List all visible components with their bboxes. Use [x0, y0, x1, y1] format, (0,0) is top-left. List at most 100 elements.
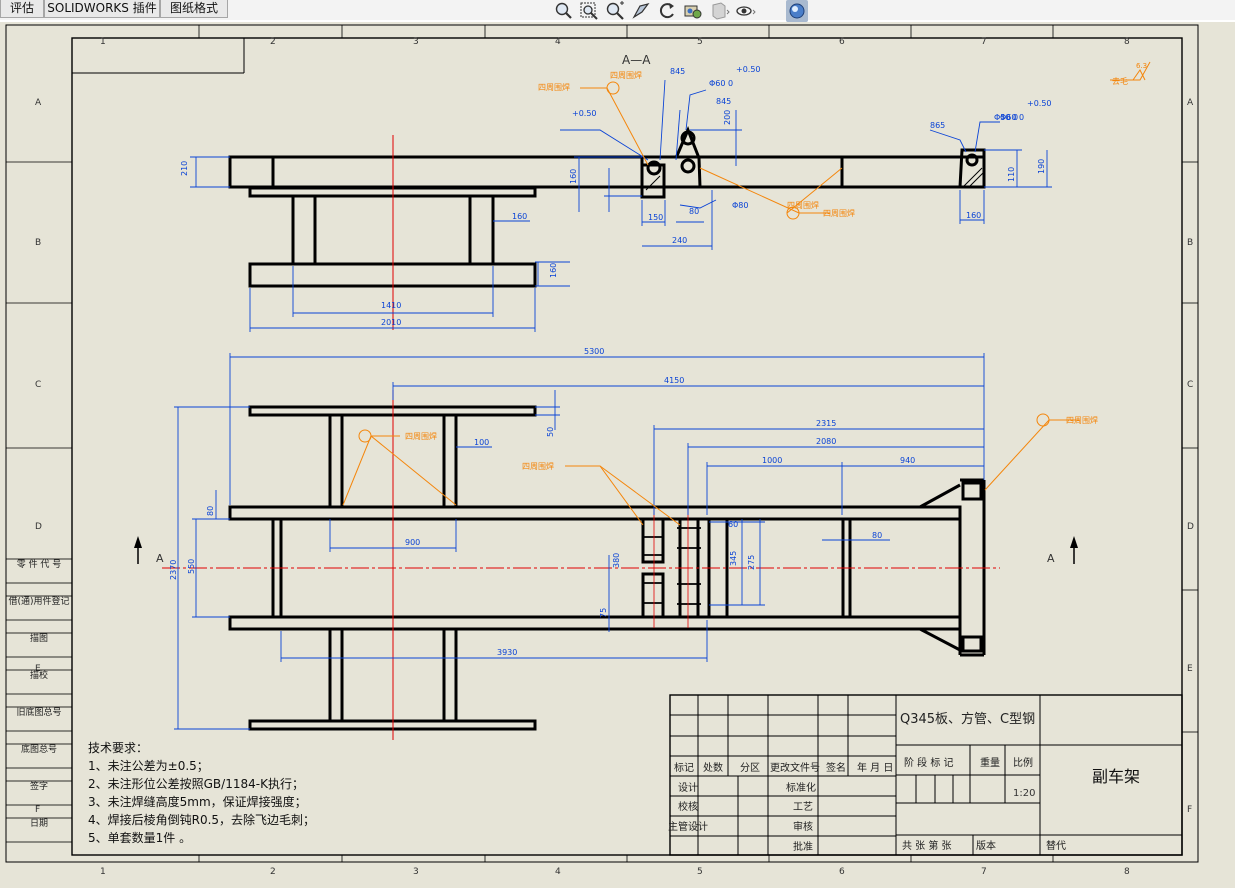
- dimension-text: 75: [599, 608, 608, 618]
- zoom-in-out-icon[interactable]: [604, 0, 626, 22]
- dimension-text: +0.50: [1027, 99, 1052, 108]
- dimension-text: 190: [1037, 159, 1046, 174]
- zoom-to-fit-icon[interactable]: [552, 0, 574, 22]
- inner-drawing-frame: [71, 37, 1183, 856]
- section-title: A—A: [622, 53, 651, 67]
- zone-number-bottom: 6: [839, 867, 845, 877]
- side-label: 零 件 代 号: [17, 558, 62, 570]
- roughness-value: 6.3: [1136, 62, 1147, 70]
- zone-number-top: 5: [697, 37, 703, 47]
- stage-label: 阶 段 标 记: [904, 756, 954, 769]
- zone-number-bottom: 7: [981, 867, 987, 877]
- zone-number-top: 6: [839, 37, 845, 47]
- zone-number-bottom: 2: [270, 867, 276, 877]
- title-row-label: 设计: [678, 781, 698, 794]
- side-label-column: 零 件 代 号借(通)用件登记描图描校旧底图总号底图总号签字日期: [5, 558, 73, 843]
- dimension-text: 50: [546, 427, 555, 437]
- section-view-geometry: [228, 126, 986, 288]
- dimension-text: 200: [723, 110, 732, 125]
- zone-number-top: 2: [270, 37, 276, 47]
- section-markers: [134, 536, 1078, 564]
- dimension-text: Φ60 0: [709, 79, 733, 88]
- dimension-text: 345: [729, 551, 738, 566]
- roughness-label: 去毛: [1112, 76, 1128, 86]
- dimension-text: +0.50: [572, 109, 597, 118]
- zone-number-top: 4: [555, 37, 561, 47]
- zone-letter-left: B: [35, 238, 41, 248]
- hide-show-icon[interactable]: [734, 0, 756, 22]
- zone-ticks: [6, 25, 1198, 862]
- weld-note: 四周围焊: [610, 70, 642, 80]
- zone-number-bottom: 8: [1124, 867, 1130, 877]
- tech-item: 3、未注焊缝高度5mm，保证焊接强度；: [88, 794, 307, 809]
- part-name: 副车架: [1092, 767, 1140, 786]
- tech-item: 5、单套数量1件 。: [88, 830, 191, 845]
- previous-view-icon[interactable]: [630, 0, 652, 22]
- technical-requirements: 技术要求： 1、未注公差为±0.5； 2、未注形位公差按照GB/1184-K执行；…: [88, 741, 315, 845]
- weld-label-texts: 四周围焊四周围焊四周围焊四周围焊四周围焊四周围焊四周围焊: [405, 70, 1098, 471]
- side-label: 描校: [30, 669, 48, 681]
- dimension-text: 240: [672, 236, 687, 245]
- zoom-area-icon[interactable]: [578, 0, 600, 22]
- side-label: 底图总号: [21, 743, 57, 755]
- side-label: 签字: [30, 780, 48, 792]
- weld-note: 四周围焊: [1066, 415, 1098, 425]
- rotate-icon[interactable]: [656, 0, 678, 22]
- tech-item: 1、未注公差为±0.5；: [88, 758, 209, 773]
- section-mark-right: A: [1047, 552, 1055, 565]
- dimension-text: 2010: [381, 318, 401, 327]
- weld-note: 四周围焊: [522, 461, 554, 471]
- view-settings-icon[interactable]: [682, 0, 704, 22]
- zone-number-bottom: 3: [413, 867, 419, 877]
- drawing-graphics-area[interactable]: 1122334455667788 AABBCCDDEEFF 零 件 代 号借(通…: [0, 22, 1235, 888]
- dimension-text: 60: [728, 520, 738, 529]
- zone-letter-right: C: [1187, 380, 1193, 390]
- display-style-icon[interactable]: [708, 0, 730, 22]
- dimension-text: 80: [689, 207, 699, 216]
- zone-row-letters: A AB BC CD DE EF F: [35, 98, 1194, 815]
- tech-title: 技术要求：: [88, 741, 148, 755]
- title-header-cell: 签名: [826, 761, 846, 774]
- dimension-text: 380: [612, 553, 621, 568]
- zone-letter-right: B: [1187, 238, 1193, 248]
- appearance-icon[interactable]: [786, 0, 808, 22]
- dimension-text: 110: [1007, 167, 1016, 182]
- dimension-text: 210: [180, 161, 189, 176]
- weld-note: 四周围焊: [787, 200, 819, 210]
- tab-sheet-format[interactable]: 图纸格式: [160, 0, 228, 18]
- title-row-label: 工艺: [793, 801, 813, 813]
- top-dimension-lines: [190, 79, 1052, 332]
- zone-letter-left: D: [35, 522, 42, 532]
- zone-number-bottom: 4: [555, 867, 561, 877]
- dimension-text: 80: [872, 531, 882, 540]
- dimension-text: 5300: [584, 347, 604, 356]
- weld-note: 四周围焊: [405, 431, 437, 441]
- zone-number-top: 1: [100, 37, 106, 47]
- zone-letter-right: E: [1187, 664, 1193, 674]
- title-header-cell: 处数: [703, 761, 723, 774]
- dimension-text: 275: [747, 555, 756, 570]
- title-bottom-cell: 替代: [1046, 839, 1066, 852]
- dimension-text: 2315: [816, 419, 836, 428]
- dimension-text: 160: [549, 263, 558, 278]
- zone-number-top: 8: [1124, 37, 1130, 47]
- dimension-text: Φ80: [732, 201, 748, 210]
- dimension-text: 4150: [664, 376, 684, 385]
- section-mark-left: A: [156, 552, 164, 565]
- material-label: Q345板、方管、C型钢: [900, 711, 1035, 727]
- zone-number-top: 3: [413, 37, 419, 47]
- title-row-label: 标准化: [786, 781, 816, 794]
- dimension-text: 160: [966, 211, 981, 220]
- dimension-text: 845: [716, 97, 731, 106]
- dimension-text: 550: [187, 559, 196, 574]
- zone-number-top: 7: [981, 37, 987, 47]
- title-header-cell: 更改文件号: [770, 761, 820, 774]
- tab-solidworks-addins[interactable]: SOLIDWORKS 插件: [44, 0, 160, 18]
- title-header-cell: 标记: [674, 762, 694, 774]
- dimension-text: 940: [900, 456, 915, 465]
- tab-evaluate[interactable]: 评估: [0, 0, 44, 18]
- dimension-text: 865: [930, 121, 945, 130]
- heads-up-view-toolbar: [550, 0, 812, 22]
- dimension-text: 80: [206, 506, 215, 516]
- stage-label: 比例: [1013, 756, 1033, 769]
